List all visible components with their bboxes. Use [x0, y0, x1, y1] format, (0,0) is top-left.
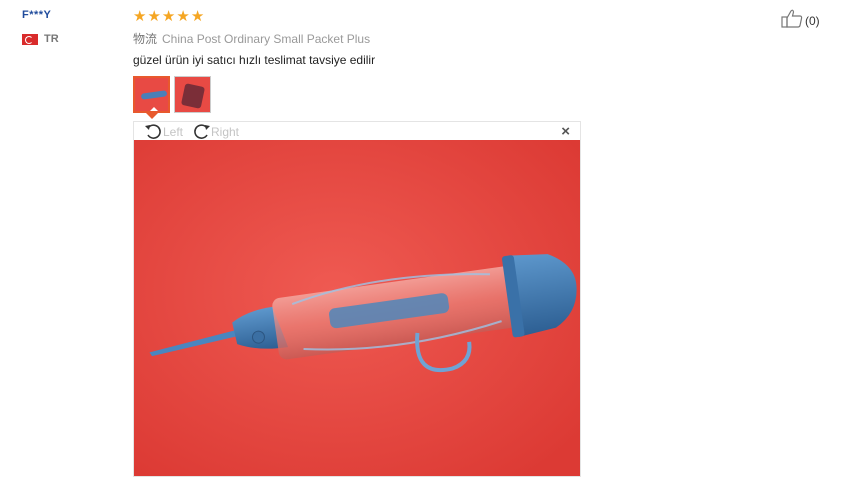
- image-viewer: Left Right ×: [133, 121, 581, 477]
- thumb-preview: [140, 90, 168, 100]
- reviewer-name: F***Y: [22, 9, 52, 21]
- turkey-flag-icon: [22, 33, 38, 45]
- star-icon: ★: [161, 8, 176, 25]
- star-icon: ★: [147, 8, 161, 25]
- rotate-left-label: Left: [163, 124, 184, 139]
- thumb-preview: [180, 83, 206, 109]
- rotate-left-button[interactable]: Left: [144, 123, 183, 140]
- thumbs-up-icon: [781, 9, 803, 28]
- rotate-right-button[interactable]: Right: [192, 123, 239, 140]
- close-icon[interactable]: ×: [561, 124, 570, 139]
- country-code: TR: [44, 33, 59, 45]
- reviewer-info: F***Y TR: [22, 9, 59, 45]
- shipping-info: 物流 China Post Ordinary Small Packet Plus: [133, 30, 370, 47]
- active-thumb-caret: [146, 113, 158, 119]
- star-icon: ★: [133, 8, 147, 25]
- rotate-right-icon: [194, 124, 210, 139]
- review-image-thumb[interactable]: [174, 76, 211, 113]
- rotate-right-label: Right: [211, 124, 240, 139]
- star-rating: ★ ★ ★ ★ ★: [133, 9, 204, 24]
- viewer-toolbar: Left Right ×: [134, 122, 580, 141]
- reviewer-country: TR: [22, 33, 59, 45]
- review-images: [133, 76, 211, 113]
- star-icon: ★: [190, 8, 205, 25]
- helpful-button[interactable]: (0): [781, 9, 820, 28]
- star-icon: ★: [176, 8, 190, 25]
- review-text: güzel ürün iyi satıcı hızlı teslimat tav…: [133, 53, 376, 67]
- review-image-thumb[interactable]: [133, 76, 170, 113]
- rotate-left-icon: [145, 124, 161, 139]
- review-photo: [134, 140, 580, 476]
- shipping-method: China Post Ordinary Small Packet Plus: [162, 32, 371, 46]
- logistics-label: 物流: [133, 32, 158, 46]
- helpful-count: (0): [805, 14, 820, 28]
